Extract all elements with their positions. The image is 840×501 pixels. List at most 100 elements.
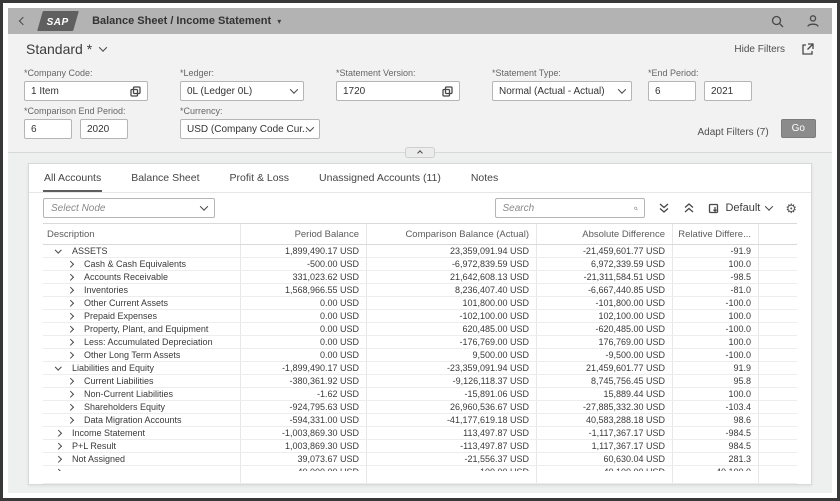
accounts-tree-table: Description Period Balance Comparison Ba… xyxy=(29,223,811,484)
comparison-balance-cell: 101,800.00 USD xyxy=(367,297,537,309)
expander-icon[interactable] xyxy=(65,262,75,267)
value-help-icon[interactable] xyxy=(442,86,453,97)
column-comparison-balance[interactable]: Comparison Balance (Actual) xyxy=(367,224,537,244)
table-row[interactable]: Less: Accumulated Depreciation 0.00 USD … xyxy=(43,336,797,349)
variant-selector[interactable]: Standard * xyxy=(26,41,106,57)
filter-end-period: *End Period: xyxy=(648,68,804,101)
period-balance-cell: -1,003,869.30 USD xyxy=(241,427,367,439)
table-row[interactable]: Other Long Term Assets 0.00 USD 9,500.00… xyxy=(43,349,797,362)
account-description: Inventories xyxy=(84,285,128,295)
tab-unassigned-accounts[interactable]: Unassigned Accounts (11) xyxy=(318,164,442,192)
expander-icon[interactable] xyxy=(53,366,63,371)
app-title-text: Balance Sheet / Income Statement xyxy=(92,15,271,27)
expander-icon[interactable] xyxy=(53,249,63,254)
table-toolbar: Default ⚙ xyxy=(29,193,811,223)
expander-icon[interactable] xyxy=(65,392,75,397)
expander-icon[interactable] xyxy=(65,275,75,280)
tab-notes[interactable]: Notes xyxy=(470,164,499,192)
table-row[interactable]: Prepaid Expenses 0.00 USD -102,100.00 US… xyxy=(43,310,797,323)
search-button[interactable] xyxy=(771,15,784,28)
tab-all-accounts[interactable]: All Accounts xyxy=(43,164,102,192)
table-search-input[interactable] xyxy=(502,203,634,214)
end-period-year-input[interactable] xyxy=(704,81,752,101)
table-row[interactable]: Liabilities and Equity -1,899,490.17 USD… xyxy=(43,362,797,375)
expand-all-button[interactable] xyxy=(658,202,670,214)
variant-name: Standard * xyxy=(26,41,92,57)
comparison-period-year-field[interactable] xyxy=(87,124,121,135)
period-balance-cell: -500.00 USD xyxy=(241,258,367,270)
empty-cell xyxy=(759,245,797,257)
tab-profit-loss[interactable]: Profit & Loss xyxy=(229,164,291,192)
comparison-period-year-input[interactable] xyxy=(80,119,128,139)
adapt-filters-link[interactable]: Adapt Filters (7) xyxy=(698,127,769,138)
double-chevron-down-icon xyxy=(658,202,670,214)
sap-logo-text: SAP xyxy=(47,17,69,28)
table-row[interactable]: Shareholders Equity -924,795.63 USD 26,9… xyxy=(43,401,797,414)
select-node-combo[interactable] xyxy=(43,198,215,218)
back-button[interactable] xyxy=(20,18,26,24)
expander-icon[interactable] xyxy=(65,314,75,319)
expander-icon[interactable] xyxy=(65,405,75,410)
table-row[interactable]: Current Liabilities -380,361.92 USD -9,1… xyxy=(43,375,797,388)
table-search[interactable] xyxy=(495,198,645,218)
company-code-input[interactable]: 1 Item xyxy=(24,81,148,101)
table-row[interactable]: Data Migration Accounts -594,331.00 USD … xyxy=(43,414,797,427)
absolute-difference-cell: -101,800.00 USD xyxy=(537,297,673,309)
profile-button[interactable] xyxy=(806,14,820,28)
currency-select[interactable]: USD (Company Code Cur... xyxy=(180,119,320,139)
table-row[interactable]: Non-Current Liabilities -1.62 USD -15,89… xyxy=(43,388,797,401)
end-period-month-field[interactable] xyxy=(655,86,689,97)
table-row[interactable]: P+L Result 1,003,869.30 USD -113,497.87 … xyxy=(43,440,797,453)
expander-icon[interactable] xyxy=(65,353,75,358)
search-icon[interactable] xyxy=(634,203,638,214)
collapse-header-button[interactable] xyxy=(405,147,435,158)
expander-icon[interactable] xyxy=(65,301,75,306)
table-row[interactable]: Income Statement -1,003,869.30 USD 113,4… xyxy=(43,427,797,440)
column-description[interactable]: Description xyxy=(43,224,241,244)
period-balance-cell: 1,899,490.17 USD xyxy=(241,245,367,257)
expander-icon[interactable] xyxy=(65,418,75,423)
comparison-balance-cell: -102,100.00 USD xyxy=(367,310,537,322)
value-help-icon[interactable] xyxy=(130,86,141,97)
table-row[interactable]: Other Current Assets 0.00 USD 101,800.00… xyxy=(43,297,797,310)
expander-icon[interactable] xyxy=(65,327,75,332)
expander-icon[interactable] xyxy=(65,340,75,345)
hide-filters-link[interactable]: Hide Filters xyxy=(734,44,785,55)
select-node-input[interactable] xyxy=(51,203,201,214)
app-title[interactable]: Balance Sheet / Income Statement ▾ xyxy=(92,15,281,27)
end-period-year-field[interactable] xyxy=(711,86,745,97)
settings-button[interactable]: ⚙ xyxy=(785,202,797,215)
column-relative-difference[interactable]: Relative Differe... xyxy=(673,224,759,244)
table-row[interactable]: Property, Plant, and Equipment 0.00 USD … xyxy=(43,323,797,336)
statement-type-select[interactable]: Normal (Actual - Actual) xyxy=(492,81,632,101)
table-row[interactable]: Not Assigned 39,073.67 USD -21,556.37 US… xyxy=(43,453,797,466)
table-row[interactable]: ASSETS 1,899,490.17 USD 23,359,091.94 US… xyxy=(43,245,797,258)
table-row[interactable]: Cash & Cash Equivalents -500.00 USD -6,9… xyxy=(43,258,797,271)
view-variant-dropdown[interactable]: Default xyxy=(708,202,772,214)
absolute-difference-cell: 40,583,288.18 USD xyxy=(537,414,673,426)
table-row[interactable]: Inventories 1,568,966.55 USD 8,236,407.4… xyxy=(43,284,797,297)
share-icon xyxy=(801,43,814,56)
table-row[interactable]: Accounts Receivable 331,023.62 USD 21,64… xyxy=(43,271,797,284)
go-button[interactable]: Go xyxy=(781,119,816,138)
comparison-end-period-label: *Comparison End Period: xyxy=(24,106,180,116)
expander-icon[interactable] xyxy=(53,431,63,436)
comparison-period-month-input[interactable] xyxy=(24,119,72,139)
ledger-select[interactable]: 0L (Ledger 0L) xyxy=(180,81,304,101)
column-absolute-difference[interactable]: Absolute Difference xyxy=(537,224,673,244)
tab-balance-sheet[interactable]: Balance Sheet xyxy=(130,164,200,192)
expander-icon[interactable] xyxy=(65,288,75,293)
expander-icon[interactable] xyxy=(53,444,63,449)
end-period-month-input[interactable] xyxy=(648,81,696,101)
app-shell: SAP Balance Sheet / Income Statement ▾ S… xyxy=(8,8,832,493)
empty-cell xyxy=(759,323,797,335)
expander-icon[interactable] xyxy=(65,379,75,384)
column-period-balance[interactable]: Period Balance xyxy=(241,224,367,244)
variant-dropdown-icon xyxy=(99,43,107,51)
expander-icon[interactable] xyxy=(53,457,63,462)
sap-logo[interactable]: SAP xyxy=(37,11,79,31)
comparison-period-month-field[interactable] xyxy=(31,124,65,135)
share-button[interactable] xyxy=(801,43,814,56)
collapse-all-button[interactable] xyxy=(683,202,695,214)
statement-version-input[interactable]: 1720 xyxy=(336,81,460,101)
